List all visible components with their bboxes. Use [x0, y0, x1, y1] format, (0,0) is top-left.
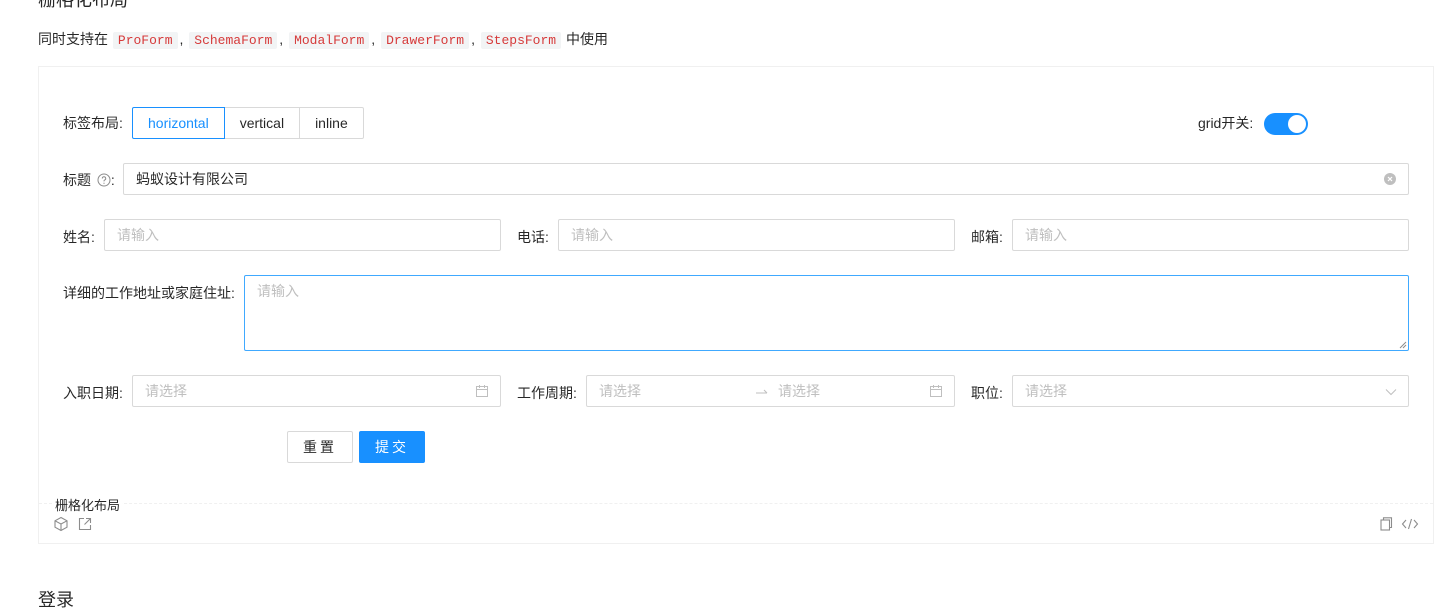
position-select[interactable]: 请选择 [1012, 375, 1409, 407]
title-label: 标题 : [63, 170, 115, 190]
email-placeholder: 请输入 [1025, 227, 1067, 243]
entry-date-picker[interactable]: 请选择 [132, 375, 501, 407]
work-period-end-placeholder: 请选择 [778, 383, 820, 399]
code-stepsform: StepsForm [480, 32, 562, 49]
layout-label: 标签布局: [63, 115, 123, 131]
address-textarea[interactable]: 请输入 [244, 275, 1409, 351]
chevron-down-icon [1385, 389, 1397, 396]
section-title: 栅格化布局 [38, 0, 128, 10]
intro-separator: , [371, 31, 376, 47]
layout-option-horizontal[interactable]: horizontal [132, 107, 225, 139]
grid-switch[interactable] [1264, 113, 1308, 135]
email-input[interactable]: 请输入 [1012, 219, 1409, 251]
address-label: 详细的工作地址或家庭住址: [63, 285, 235, 301]
phone-placeholder: 请输入 [571, 227, 613, 243]
demo-box: 标签布局: horizontal vertical inline grid开关:… [38, 66, 1434, 544]
resize-handle-icon[interactable] [1399, 341, 1407, 349]
work-period-range-picker[interactable]: 请选择 请选择 [586, 375, 955, 407]
demo-divider [39, 503, 1433, 504]
phone-label: 电话: [517, 229, 549, 245]
name-input[interactable]: 请输入 [104, 219, 501, 251]
arrow-right-icon [756, 389, 768, 394]
intro-separator: , [471, 31, 475, 47]
intro-separator: , [179, 31, 184, 47]
address-placeholder: 请输入 [257, 283, 299, 299]
name-label: 姓名: [63, 229, 95, 245]
external-link-icon[interactable] [77, 516, 93, 532]
demo-meta-title: 栅格化布局 [53, 495, 123, 514]
reset-button[interactable]: 重置 [287, 431, 353, 463]
intro-text: 同时支持在 ProForm, SchemaForm, ModalForm, Dr… [38, 28, 608, 50]
title-input-value: 蚂蚁设计有限公司 [136, 171, 248, 187]
clear-icon[interactable] [1384, 173, 1396, 185]
intro-separator: , [279, 31, 284, 47]
question-circle-icon[interactable] [97, 173, 111, 187]
work-period-label: 工作周期: [517, 385, 577, 401]
layout-option-inline[interactable]: inline [299, 107, 364, 139]
layout-radio-group: horizontal vertical inline [132, 107, 364, 139]
name-placeholder: 请输入 [117, 227, 159, 243]
position-label: 职位: [971, 385, 1003, 401]
switch-knob [1288, 115, 1306, 133]
code-drawerform: DrawerForm [381, 32, 470, 49]
intro-suffix: 中使用 [565, 31, 608, 47]
title-label-text: 标题 [63, 172, 91, 188]
calendar-icon [930, 385, 942, 397]
title-colon: : [110, 172, 115, 188]
code-proform: ProForm [112, 32, 178, 49]
layout-option-vertical[interactable]: vertical [223, 107, 301, 139]
code-schemaform: SchemaForm [189, 32, 278, 49]
entry-date-placeholder: 请选择 [145, 383, 187, 399]
copy-icon[interactable] [1378, 516, 1394, 532]
calendar-icon [476, 385, 488, 397]
code-icon[interactable] [1401, 516, 1419, 532]
work-period-start-placeholder: 请选择 [599, 383, 641, 399]
entry-date-label: 入职日期: [63, 385, 123, 401]
grid-switch-label: grid开关: [1198, 115, 1254, 131]
code-modalform: ModalForm [289, 32, 370, 49]
email-label: 邮箱: [971, 229, 1003, 245]
position-placeholder: 请选择 [1025, 383, 1067, 399]
intro-prefix: 同时支持在 [38, 31, 108, 47]
phone-input[interactable]: 请输入 [558, 219, 955, 251]
codesandbox-icon[interactable] [53, 516, 69, 532]
title-input[interactable]: 蚂蚁设计有限公司 [123, 163, 1409, 195]
submit-button[interactable]: 提交 [359, 431, 425, 463]
next-section-title: 登录 [38, 590, 74, 608]
